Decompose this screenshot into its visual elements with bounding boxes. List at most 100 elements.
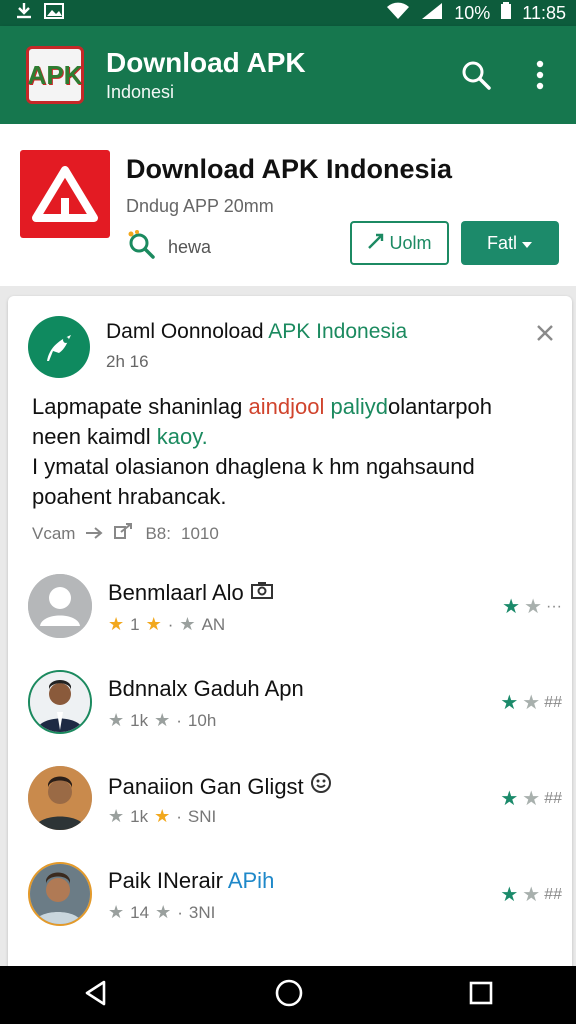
emoji-icon <box>310 773 332 799</box>
star-icon: ★ <box>154 710 171 730</box>
post-time: 2h 16 <box>106 352 149 371</box>
post-text: neen kaimdl <box>32 424 157 449</box>
avatar <box>28 862 92 926</box>
avatar <box>28 670 92 734</box>
share-count: B8: <box>145 523 171 543</box>
install-button-label: Fatl <box>486 232 517 253</box>
app-title: Download APK Indonesia <box>126 154 453 184</box>
review-meta: ★ 1 ★ · ★ AN <box>108 614 226 634</box>
close-icon[interactable] <box>532 320 558 346</box>
review-trail: ## <box>544 789 562 807</box>
review-item[interactable]: Bdnnalx Gaduh Apn ★ 1k ★ · 10h ★ ★ ## <box>26 670 566 746</box>
review-time: 3NI <box>188 902 216 922</box>
post-author-avatar[interactable] <box>28 316 90 378</box>
back-icon[interactable] <box>82 979 110 1012</box>
post-body: Lapmapate shaninlag aindjool paliydolant… <box>32 392 552 512</box>
home-icon[interactable] <box>274 978 304 1013</box>
review-meta: ★ 14 ★ · 3NI <box>108 902 216 922</box>
post-text: Lapmapate shaninlag <box>32 394 249 419</box>
star-icon: ★ <box>155 902 172 922</box>
app-header-card: Download APK Indonesia Dndug APP 20mm he… <box>0 124 576 286</box>
review-rating: 14 <box>130 902 150 922</box>
post-author-name: Daml Oonnoload <box>106 320 264 343</box>
star-icon: ★ <box>524 596 543 618</box>
update-button-label: Uolm <box>389 232 432 253</box>
share-icon[interactable] <box>113 522 135 545</box>
review-stars: ★ ★ ## <box>500 690 562 715</box>
star-icon: ★ <box>500 692 519 714</box>
review-author: Paik INerair APih <box>108 868 274 894</box>
wifi-icon <box>386 2 410 25</box>
app-meta-label: hewa <box>168 237 212 257</box>
post-actions: Vcam B8: 1010 <box>32 522 219 545</box>
post-author-accent: APK Indonesia <box>268 320 408 343</box>
recents-icon[interactable] <box>468 980 494 1011</box>
star-icon: ★ <box>108 902 125 922</box>
avatar <box>28 574 92 638</box>
app-bar-subtitle: Indonesi <box>106 82 175 102</box>
review-trail: ··· <box>546 597 562 615</box>
install-button[interactable]: Fatl <box>461 221 559 265</box>
battery-level: 10% <box>454 2 491 23</box>
status-bar: 10% 11:85 <box>0 0 576 26</box>
star-icon: ★ <box>154 806 171 826</box>
app-meta: hewa <box>126 230 211 265</box>
signal-icon <box>420 2 444 25</box>
magnifier-badge-icon <box>126 230 156 265</box>
avatar <box>28 766 92 830</box>
app-icon <box>20 150 110 238</box>
review-item[interactable]: Panaiion Gan Gligst ★ 1k ★ · SNI ★ ★ ## <box>26 766 566 842</box>
review-time: SNI <box>187 806 217 826</box>
app-logo-text: APK <box>27 59 83 90</box>
system-nav-bar <box>0 966 576 1024</box>
review-rating: 1k <box>130 806 149 826</box>
app-bar-titles: Download APK Indonesi <box>106 47 434 103</box>
review-author-name: Panaiion Gan Gligst <box>108 774 304 799</box>
chevron-down-icon <box>521 233 533 254</box>
post-link[interactable]: kaoy. <box>157 424 208 449</box>
star-icon: ★ <box>108 806 125 826</box>
review-item[interactable]: Benmlaarl Alo ★ 1 ★ · ★ AN ★ ★ ··· <box>26 574 566 650</box>
post-text: I ymatal olasianon dhaglena k hm ngahsau… <box>32 454 475 479</box>
review-trail: ## <box>544 885 562 903</box>
post-author[interactable]: Daml Oonnoload APK Indonesia <box>106 320 407 344</box>
download-icon <box>14 2 34 25</box>
review-rating: 1k <box>130 710 149 730</box>
star-icon: ★ <box>108 614 125 634</box>
view-label[interactable]: Vcam <box>32 524 75 544</box>
app-subtitle: Dndug APP 20mm <box>126 196 274 216</box>
star-icon: ★ <box>522 692 541 714</box>
review-stars: ★ ★ ··· <box>502 594 562 619</box>
star-icon: ★ <box>522 788 541 810</box>
app-bar-title: Download APK <box>106 47 306 78</box>
review-author: Benmlaarl Alo <box>108 580 274 606</box>
battery-icon <box>500 1 512 25</box>
search-icon[interactable] <box>454 53 498 97</box>
star-icon: ★ <box>522 884 541 906</box>
edit-icon <box>367 232 385 255</box>
review-item[interactable]: Paik INerair APih ★ 14 ★ · 3NI ★ ★ ## <box>26 862 566 938</box>
review-time: 10h <box>187 710 217 730</box>
app-bar: APK Download APK Indonesi <box>0 26 576 124</box>
review-author-name: Paik INerair <box>108 868 228 893</box>
star-icon: ★ <box>500 884 519 906</box>
review-author-accent: APih <box>227 868 275 893</box>
review-author-name: Bdnnalx Gaduh Apn <box>108 676 304 701</box>
star-icon: ★ <box>108 710 125 730</box>
review-meta: ★ 1k ★ · 10h <box>108 710 217 730</box>
star-icon: ★ <box>502 596 521 618</box>
camera-icon <box>250 580 274 605</box>
like-count: 1010 <box>181 523 219 543</box>
post-text: poahent hrabancak. <box>32 484 227 509</box>
star-icon: ★ <box>500 788 519 810</box>
more-vert-icon[interactable] <box>518 53 562 97</box>
update-button[interactable]: Uolm <box>350 221 449 265</box>
app-logo[interactable]: APK <box>26 46 84 104</box>
clock: 11:85 <box>522 2 566 23</box>
review-time: AN <box>201 614 226 634</box>
review-author-name: Benmlaarl Alo <box>108 580 244 605</box>
review-trail: ## <box>544 693 562 711</box>
post-text: olantarpoh <box>387 394 492 419</box>
review-author: Panaiion Gan Gligst <box>108 772 332 800</box>
image-icon <box>44 2 64 25</box>
